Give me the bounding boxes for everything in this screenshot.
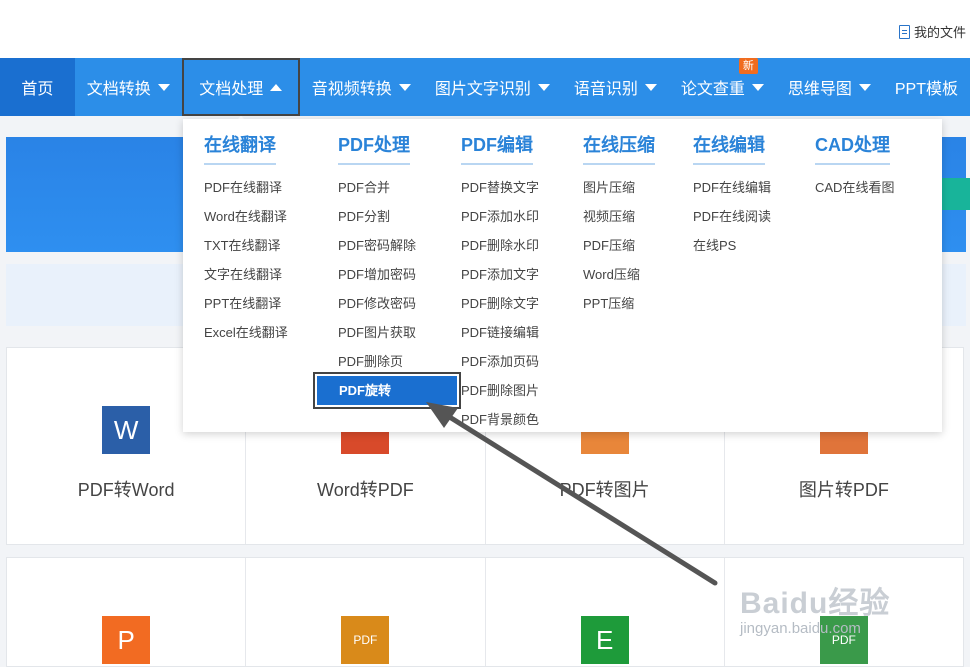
menu-item[interactable]: PDF在线编辑 bbox=[693, 173, 771, 202]
column-cad: CAD处理 CAD在线看图 bbox=[815, 131, 894, 202]
nav-plagiarism-label: 论文查重 bbox=[680, 81, 745, 98]
menu-item[interactable]: Excel在线翻译 bbox=[204, 318, 288, 347]
nav-ppt-template-label: PPT模板 bbox=[894, 81, 958, 98]
caret-down-icon bbox=[751, 83, 764, 91]
menu-item[interactable]: PDF删除图片 bbox=[461, 376, 539, 405]
top-bar: 我的文件 bbox=[0, 0, 970, 58]
column-title: 在线压缩 bbox=[583, 131, 655, 165]
menu-item[interactable]: PDF合并 bbox=[338, 173, 457, 202]
tile-ppt[interactable]: P bbox=[7, 558, 247, 666]
nav-doc-process-label: 文档处理 bbox=[199, 81, 264, 98]
menu-item[interactable]: PDF删除水印 bbox=[461, 231, 539, 260]
menu-item[interactable]: PDF添加页码 bbox=[461, 347, 539, 376]
nav-doc-process[interactable]: 文档处理 bbox=[181, 58, 300, 124]
banner-action-button[interactable] bbox=[942, 178, 970, 210]
nav-av-convert[interactable]: 音视频转换 bbox=[300, 58, 423, 116]
menu-item[interactable]: PDF添加水印 bbox=[461, 202, 539, 231]
column-compress: 在线压缩 图片压缩 视频压缩 PDF压缩 Word压缩 PPT压缩 bbox=[583, 131, 655, 318]
menu-item[interactable]: 文字在线翻译 bbox=[204, 260, 288, 289]
my-files-label: 我的文件 bbox=[913, 25, 966, 40]
menu-item[interactable]: 图片压缩 bbox=[583, 173, 655, 202]
new-badge: 新 bbox=[738, 58, 758, 74]
nav-av-convert-label: 音视频转换 bbox=[311, 81, 392, 98]
menu-item[interactable]: 视频压缩 bbox=[583, 202, 655, 231]
column-pdf-process: PDF处理 PDF合并 PDF分割 PDF密码解除 PDF增加密码 PDF修改密… bbox=[313, 131, 461, 409]
doc-process-dropdown: 在线翻译 PDF在线翻译 Word在线翻译 TXT在线翻译 文字在线翻译 PPT… bbox=[183, 119, 942, 432]
menu-item[interactable]: CAD在线看图 bbox=[815, 173, 894, 202]
nav-speech-label: 语音识别 bbox=[573, 81, 638, 98]
menu-item[interactable]: PPT在线翻译 bbox=[204, 289, 288, 318]
menu-item[interactable]: PDF修改密码 bbox=[338, 289, 457, 318]
menu-item[interactable]: PDF删除页 bbox=[338, 347, 457, 376]
menu-item[interactable]: PDF背景颜色 bbox=[461, 405, 539, 434]
watermark-url: jingyan.baidu.com bbox=[740, 620, 861, 637]
watermark-logo: Baidu经验 bbox=[740, 587, 891, 620]
tile-label: PDF转图片 bbox=[559, 480, 650, 500]
powerpoint-icon: P bbox=[102, 616, 151, 664]
nav-ppt-template[interactable]: PPT模板 bbox=[883, 58, 970, 116]
column-title: CAD处理 bbox=[815, 131, 890, 165]
column-title: 在线翻译 bbox=[204, 131, 276, 165]
tile-excel[interactable]: E bbox=[486, 558, 725, 666]
menu-item[interactable]: PDF在线阅读 bbox=[693, 202, 771, 231]
column-pdf-edit: PDF编辑 PDF替换文字 PDF添加水印 PDF删除水印 PDF添加文字 PD… bbox=[461, 131, 539, 434]
menu-item-pdf-rotate[interactable]: PDF旋转 bbox=[313, 372, 461, 409]
caret-down-icon bbox=[644, 83, 657, 91]
nav-mindmap[interactable]: 思维导图 bbox=[776, 58, 883, 116]
main-nav: 首页 文档转换 文档处理 音视频转换 图片文字识别 语音识别 论文查重 新 思维导… bbox=[0, 58, 970, 124]
caret-down-icon bbox=[537, 83, 550, 91]
caret-down-icon bbox=[398, 83, 411, 91]
menu-item[interactable]: TXT在线翻译 bbox=[204, 231, 288, 260]
pdf-icon: PDF bbox=[341, 616, 390, 664]
menu-item[interactable]: 在线PS bbox=[693, 231, 771, 260]
tile-label: PDF转Word bbox=[77, 480, 175, 500]
nav-ocr-label: 图片文字识别 bbox=[434, 81, 531, 98]
tile-label: Word转PDF bbox=[317, 480, 414, 500]
menu-item[interactable]: PPT压缩 bbox=[583, 289, 655, 318]
tile-label: 图片转PDF bbox=[798, 480, 889, 500]
nav-home-label: 首页 bbox=[21, 81, 54, 98]
menu-item[interactable]: Word压缩 bbox=[583, 260, 655, 289]
nav-doc-convert[interactable]: 文档转换 bbox=[75, 58, 182, 116]
document-icon bbox=[898, 24, 910, 39]
nav-mindmap-label: 思维导图 bbox=[787, 81, 852, 98]
menu-item[interactable]: PDF在线翻译 bbox=[204, 173, 288, 202]
nav-doc-convert-label: 文档转换 bbox=[86, 81, 151, 98]
my-files-link[interactable]: 我的文件 bbox=[898, 22, 966, 41]
menu-item[interactable]: PDF替换文字 bbox=[461, 173, 539, 202]
menu-item[interactable]: PDF增加密码 bbox=[338, 260, 457, 289]
menu-item[interactable]: PDF压缩 bbox=[583, 231, 655, 260]
nav-plagiarism[interactable]: 论文查重 新 bbox=[669, 58, 776, 116]
nav-home[interactable]: 首页 bbox=[0, 58, 75, 116]
word-icon: W bbox=[102, 406, 151, 454]
column-title: 在线编辑 bbox=[693, 131, 765, 165]
column-online-edit: 在线编辑 PDF在线编辑 PDF在线阅读 在线PS bbox=[693, 131, 771, 260]
menu-item[interactable]: PDF分割 bbox=[338, 202, 457, 231]
excel-icon: E bbox=[580, 616, 629, 664]
nav-ocr[interactable]: 图片文字识别 bbox=[423, 58, 562, 116]
menu-item[interactable]: PDF删除文字 bbox=[461, 289, 539, 318]
menu-item[interactable]: PDF添加文字 bbox=[461, 260, 539, 289]
caret-down-icon bbox=[858, 83, 871, 91]
menu-item[interactable]: PDF链接编辑 bbox=[461, 318, 539, 347]
menu-item[interactable]: PDF图片获取 bbox=[338, 318, 457, 347]
menu-item[interactable]: Word在线翻译 bbox=[204, 202, 288, 231]
caret-up-icon bbox=[270, 83, 283, 91]
column-translate: 在线翻译 PDF在线翻译 Word在线翻译 TXT在线翻译 文字在线翻译 PPT… bbox=[204, 131, 288, 347]
tile-pdf[interactable]: PDF bbox=[246, 558, 486, 666]
menu-item[interactable]: PDF密码解除 bbox=[338, 231, 457, 260]
caret-down-icon bbox=[157, 83, 170, 91]
nav-speech[interactable]: 语音识别 bbox=[562, 58, 669, 116]
column-title: PDF编辑 bbox=[461, 131, 533, 165]
column-title: PDF处理 bbox=[338, 131, 410, 165]
